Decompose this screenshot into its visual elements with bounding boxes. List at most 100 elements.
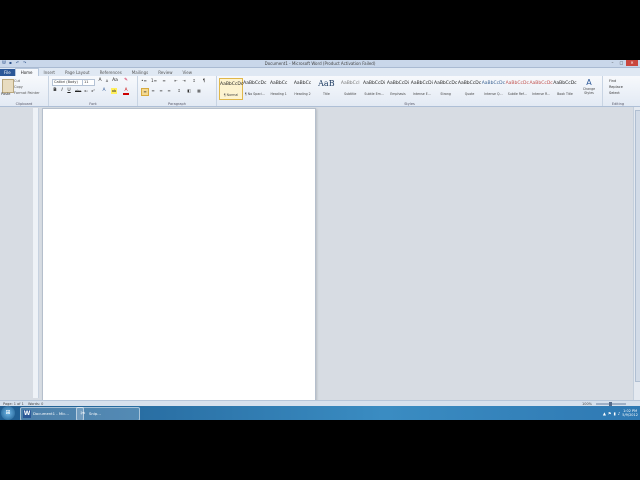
underline-button[interactable]: U xyxy=(66,88,72,94)
strikethrough-button[interactable]: abc xyxy=(75,88,81,94)
copy-button[interactable]: Copy xyxy=(14,85,23,89)
borders-button[interactable]: ▦ xyxy=(196,88,202,94)
font-group-label: Font xyxy=(89,102,97,106)
tab-mailings[interactable]: Mailings xyxy=(127,69,153,76)
word-icon: W xyxy=(23,410,31,418)
taskbar-item-word[interactable]: W Document1 - Mic... xyxy=(20,407,84,420)
style-item[interactable]: AaBbCcDc Intense R... xyxy=(529,78,553,98)
style-item[interactable]: AaBbCcDc Strong xyxy=(434,78,458,98)
font-size-select[interactable]: 11 xyxy=(82,79,95,86)
tab-references[interactable]: References xyxy=(95,69,127,76)
superscript-button[interactable]: x² xyxy=(90,88,96,94)
title-bar: W ▪ ↶ ↷ Document1 - Microsoft Word (Prod… xyxy=(0,60,640,68)
bold-button[interactable]: B xyxy=(52,88,58,94)
change-styles-button[interactable]: A Change Styles xyxy=(579,78,599,99)
style-item[interactable]: AaBbCcDc ¶ Normal xyxy=(219,78,243,100)
align-center-button[interactable]: ≡ xyxy=(150,88,156,94)
style-item[interactable]: AaBbCcDi Emphasis xyxy=(386,78,410,98)
volume-icon[interactable]: ♪ xyxy=(618,411,621,416)
clear-formatting-icon[interactable]: ✎ xyxy=(123,78,129,84)
multilevel-list-button[interactable]: ≡ xyxy=(161,78,167,84)
network-icon[interactable]: ▮ xyxy=(614,411,616,416)
paste-button[interactable]: Paste xyxy=(1,92,10,96)
style-sample: AaBbCcDc xyxy=(481,81,506,86)
show-hidden-icons-icon[interactable]: ▲ xyxy=(603,411,606,416)
style-name: ¶ Normal xyxy=(223,93,239,97)
style-item[interactable]: AaBbCcDc ¶ No Spaci... xyxy=(243,78,267,98)
style-sample: AaBbCcDc xyxy=(457,81,482,86)
desktop-screen: W ▪ ↶ ↷ Document1 - Microsoft Word (Prod… xyxy=(0,60,640,420)
tab-home[interactable]: Home xyxy=(14,68,39,76)
start-button[interactable]: ⊞ xyxy=(1,406,15,420)
zoom-slider[interactable] xyxy=(596,402,626,406)
style-item[interactable]: AaBbCcDc Subtle Ref... xyxy=(505,78,529,98)
numbering-button[interactable]: 1≡ xyxy=(151,78,157,84)
replace-button[interactable]: Replace xyxy=(609,85,623,89)
style-item[interactable]: AaBbCcDi Intense E... xyxy=(410,78,434,98)
shading-button[interactable]: ◧ xyxy=(186,88,192,94)
show-formatting-button[interactable]: ¶ xyxy=(201,78,207,84)
grow-font-button[interactable]: A xyxy=(97,78,103,84)
style-name: Subtitle xyxy=(344,92,357,96)
decrease-indent-button[interactable]: ⇤ xyxy=(173,78,179,84)
tab-page-layout[interactable]: Page Layout xyxy=(60,69,95,76)
style-sample: AaBbCc xyxy=(269,81,288,86)
style-name: Intense E... xyxy=(412,92,431,96)
close-button[interactable]: ✕ xyxy=(626,60,638,66)
tab-review[interactable]: Review xyxy=(153,69,177,76)
line-spacing-button[interactable]: ↕ xyxy=(176,88,182,94)
font-family-select[interactable]: Calibri (Body) xyxy=(52,79,83,86)
scrollbar-thumb[interactable] xyxy=(635,110,640,382)
clock[interactable]: 1:02 PM 5/9/2012 xyxy=(622,409,638,418)
highlight-button[interactable]: ab xyxy=(111,88,117,94)
style-item[interactable]: AaBbCcDc Quote xyxy=(458,78,482,98)
shrink-font-button[interactable]: A xyxy=(104,78,110,84)
italic-button[interactable]: I xyxy=(59,88,65,94)
change-styles-icon: A xyxy=(586,78,592,87)
styles-group-label: Styles xyxy=(404,102,415,106)
find-button[interactable]: Find xyxy=(609,79,616,83)
sort-button[interactable]: ↕ xyxy=(191,78,197,84)
style-item[interactable]: AaBbCcDc Book Title xyxy=(553,78,577,98)
align-left-button[interactable]: ≡ xyxy=(141,88,149,96)
text-effects-button[interactable]: A xyxy=(101,88,107,94)
flag-icon[interactable]: ⚑ xyxy=(608,411,612,416)
style-sample: AaBbCcDi xyxy=(363,81,386,86)
ribbon: Paste Cut Copy Format Painter Clipboard … xyxy=(0,76,640,107)
style-item[interactable]: AaBbCcDc Intense Q... xyxy=(481,78,505,98)
clipboard-group-label: Clipboard xyxy=(15,102,33,106)
tab-file[interactable]: File xyxy=(0,69,15,76)
style-name: Book Title xyxy=(557,92,573,96)
tab-view[interactable]: View xyxy=(177,69,197,76)
font-group: Calibri (Body) 11 A A Aa ✎ B I U abc x₂ … xyxy=(49,76,138,106)
tab-insert[interactable]: Insert xyxy=(39,69,60,76)
style-sample: AaBbCcDc xyxy=(553,81,577,86)
style-item[interactable]: AaBbCcDi Subtle Em... xyxy=(362,78,386,98)
align-right-button[interactable]: ≡ xyxy=(158,88,164,94)
style-sample: AaBbCcI xyxy=(340,81,360,86)
maximize-button[interactable]: □ xyxy=(617,60,626,66)
style-item[interactable]: AaBbCc Heading 2 xyxy=(291,78,315,98)
vertical-scrollbar[interactable] xyxy=(633,107,640,400)
increase-indent-button[interactable]: ⇥ xyxy=(181,78,187,84)
paragraph-group-label: Paragraph xyxy=(168,102,186,106)
paste-icon[interactable] xyxy=(2,79,14,93)
change-case-button[interactable]: Aa xyxy=(112,78,118,84)
taskbar-item-snipping[interactable]: ✂ Snip... xyxy=(76,407,140,420)
style-item[interactable]: AaB Title xyxy=(314,78,338,98)
style-item[interactable]: AaBbCcI Subtitle xyxy=(338,78,362,98)
document-page[interactable] xyxy=(42,108,316,402)
cut-button[interactable]: Cut xyxy=(14,79,20,83)
taskbar: ⊞ W Document1 - Mic... ✂ Snip... ▲ ⚑ ▮ ♪… xyxy=(0,406,640,420)
style-name: Heading 1 xyxy=(270,92,287,96)
subscript-button[interactable]: x₂ xyxy=(83,88,89,94)
style-item[interactable]: AaBbCc Heading 1 xyxy=(267,78,291,98)
justify-button[interactable]: ≡ xyxy=(166,88,172,94)
ribbon-tabs: File Home Insert Page Layout References … xyxy=(0,68,640,76)
style-name: Strong xyxy=(440,92,451,96)
select-button[interactable]: Select xyxy=(609,91,620,95)
minimize-button[interactable]: – xyxy=(608,60,617,66)
bullets-button[interactable]: •≡ xyxy=(141,78,147,84)
format-painter-button[interactable]: Format Painter xyxy=(14,91,40,95)
font-color-button[interactable]: A xyxy=(123,88,129,95)
